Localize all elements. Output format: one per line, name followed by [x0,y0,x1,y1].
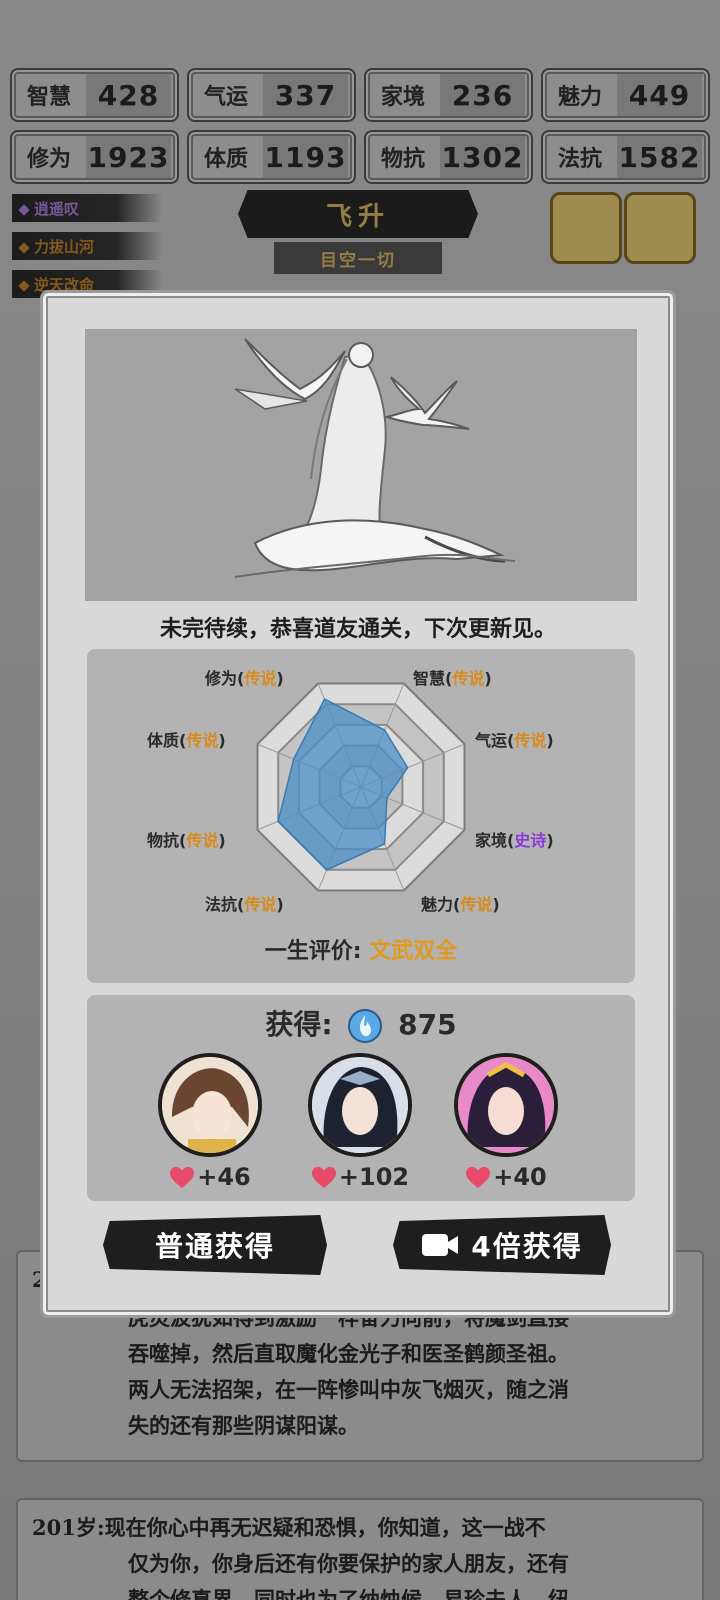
affinity-value: +102 [338,1163,410,1191]
radar-label-wisdom: 智慧(传说) [413,669,492,688]
reward-label: 获得: [265,1008,333,1041]
radar-tier: 传说 [244,895,277,914]
radar-tier: 传说 [452,669,485,688]
attribute-radar-panel: 修为(传说) 智慧(传说) 气运(传说) 家境(史诗) 魅力(传说) 法抗(传说… [87,649,635,983]
heart-icon [311,1167,336,1188]
radar-attr: 气运 [475,731,508,750]
immortal-crane-image [85,329,637,601]
radar-label-charm: 魅力(传说) [421,895,500,914]
video-camera-icon [422,1234,459,1256]
companion-card[interactable]: +46 [145,1053,275,1191]
reward-panel: 获得: 875 +46 +102 +40 [87,995,635,1201]
reward-header: 获得: 875 [87,1003,635,1045]
companion-portrait [158,1053,262,1157]
radar-tier: 传说 [460,895,493,914]
affinity-value: +46 [197,1163,251,1191]
heart-icon [170,1167,195,1188]
heart-icon [466,1167,491,1188]
video-claim-label: 4倍获得 [471,1230,583,1263]
evaluation-label: 一生评价: [264,939,362,964]
companion-portrait [454,1053,558,1157]
radar-tier: 传说 [514,731,547,750]
normal-claim-button[interactable]: 普通获得 [103,1215,327,1275]
ascension-illustration [85,329,637,601]
normal-claim-label: 普通获得 [154,1230,275,1263]
radar-label-family: 家境(史诗) [475,831,554,850]
radar-attr: 魅力 [421,895,454,914]
radar-tier: 传说 [186,731,219,750]
companion-affinity: +46 [145,1163,275,1191]
radar-attr: 家境 [475,831,508,850]
companion-card[interactable]: +40 [441,1053,571,1191]
spirit-flame-icon [348,1009,383,1043]
radar-attr: 智慧 [413,669,446,688]
radar-tier: 史诗 [514,831,547,850]
radar-label-luck: 气运(传说) [475,731,554,750]
ending-modal: 未完待续，恭喜道友通关，下次更新见。 修为(传说) 智慧(传说) 气运(传说) … [40,290,676,1318]
radar-tier: 传说 [186,831,219,850]
radar-label-constitution: 体质(传说) [147,731,226,750]
life-evaluation: 一生评价: 文武双全 [87,933,635,965]
radar-attr: 物抗 [147,831,180,850]
companion-affinity: +40 [441,1163,571,1191]
companion-card[interactable]: +102 [295,1053,425,1191]
radar-label-cultivation: 修为(传说) [205,669,284,688]
radar-attr: 修为 [205,669,238,688]
radar-attr: 体质 [147,731,180,750]
companion-affinity: +102 [295,1163,425,1191]
radar-label-phys-resist: 物抗(传说) [147,831,226,850]
evaluation-value: 文武双全 [369,939,458,964]
video-4x-claim-button[interactable]: 4倍获得 [393,1215,611,1275]
radar-attr: 法抗 [205,895,238,914]
affinity-value: +40 [493,1163,547,1191]
completion-message: 未完待续，恭喜道友通关，下次更新见。 [159,617,556,642]
companion-portrait [308,1053,412,1157]
radar-tier: 传说 [244,669,277,688]
reward-amount: 875 [398,1008,457,1041]
radar-label-magic-resist: 法抗(传说) [205,895,284,914]
